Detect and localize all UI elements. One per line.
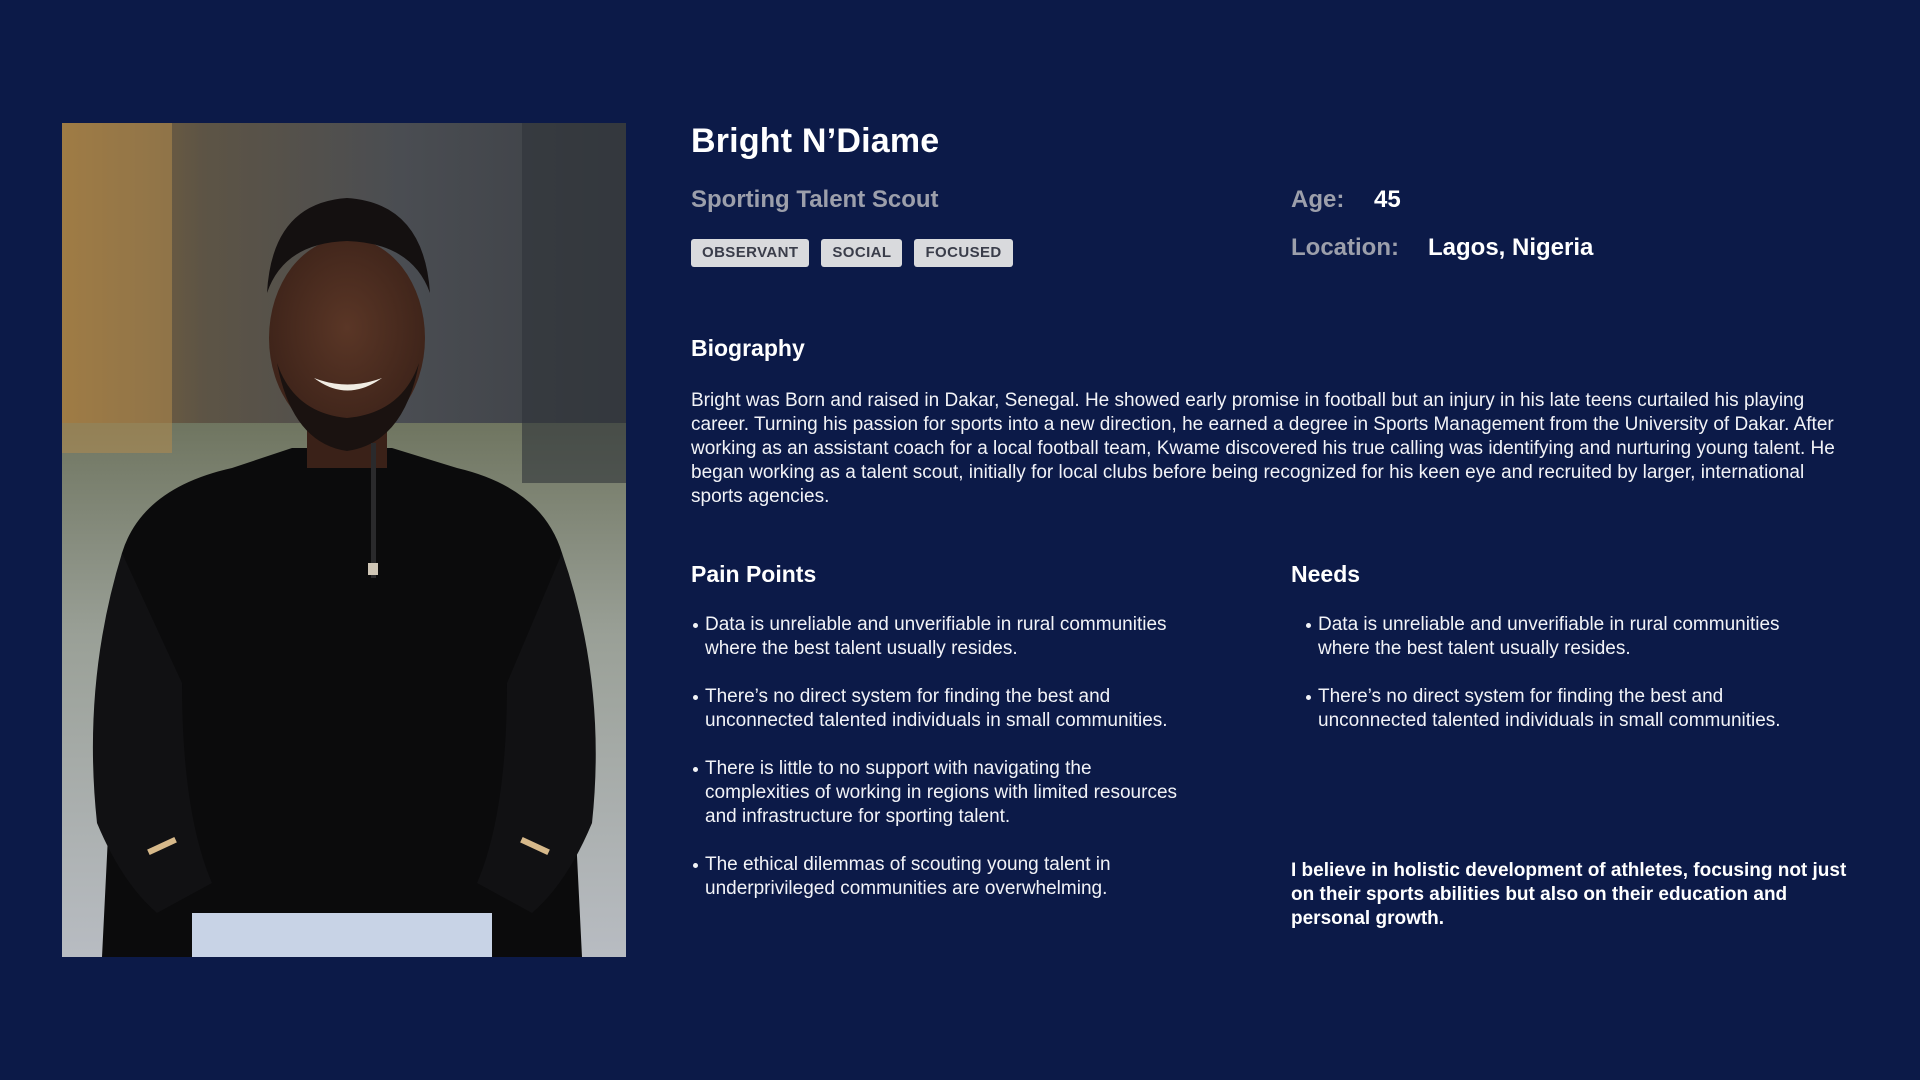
needs-list: Data is unreliable and unverifiable in r… [1304, 613, 1781, 757]
trait-tag: FOCUSED [914, 239, 1013, 267]
location-value: Lagos, Nigeria [1428, 234, 1594, 261]
list-item: There’s no direct system for finding the… [693, 685, 1181, 733]
pain-points-list: Data is unreliable and unverifiable in r… [691, 613, 1181, 925]
list-item: Data is unreliable and unverifiable in r… [1306, 614, 1780, 659]
list-item: There’s no direct system for finding the… [1306, 686, 1781, 731]
trait-tag: SOCIAL [821, 239, 903, 267]
persona-quote: I believe in holistic development of ath… [1291, 860, 1847, 929]
location-label: Location: [1291, 234, 1399, 261]
persona-name: Bright N’Diame [691, 122, 940, 160]
age-label: Age: [1291, 186, 1345, 213]
persona-photo [62, 123, 626, 957]
trait-tag: OBSERVANT [691, 239, 810, 267]
biography-heading: Biography [691, 335, 805, 361]
persona-role: Sporting Talent Scout [691, 186, 939, 213]
list-item: There is little to no support with navig… [693, 757, 1181, 829]
list-item: The ethical dilemmas of scouting young t… [693, 853, 1181, 901]
location-row: Location: Lagos, Nigeria [1291, 234, 1593, 262]
age-row: Age: 45 [1291, 186, 1401, 214]
biography-text: Bright was Born and raised in Dakar, Sen… [691, 390, 1835, 507]
trait-tags: OBSERVANT SOCIAL FOCUSED [691, 239, 1013, 267]
needs-heading: Needs [1291, 561, 1361, 587]
age-value: 45 [1374, 186, 1401, 213]
list-item: Data is unreliable and unverifiable in r… [693, 613, 1181, 661]
pain-points-heading: Pain Points [691, 561, 817, 587]
